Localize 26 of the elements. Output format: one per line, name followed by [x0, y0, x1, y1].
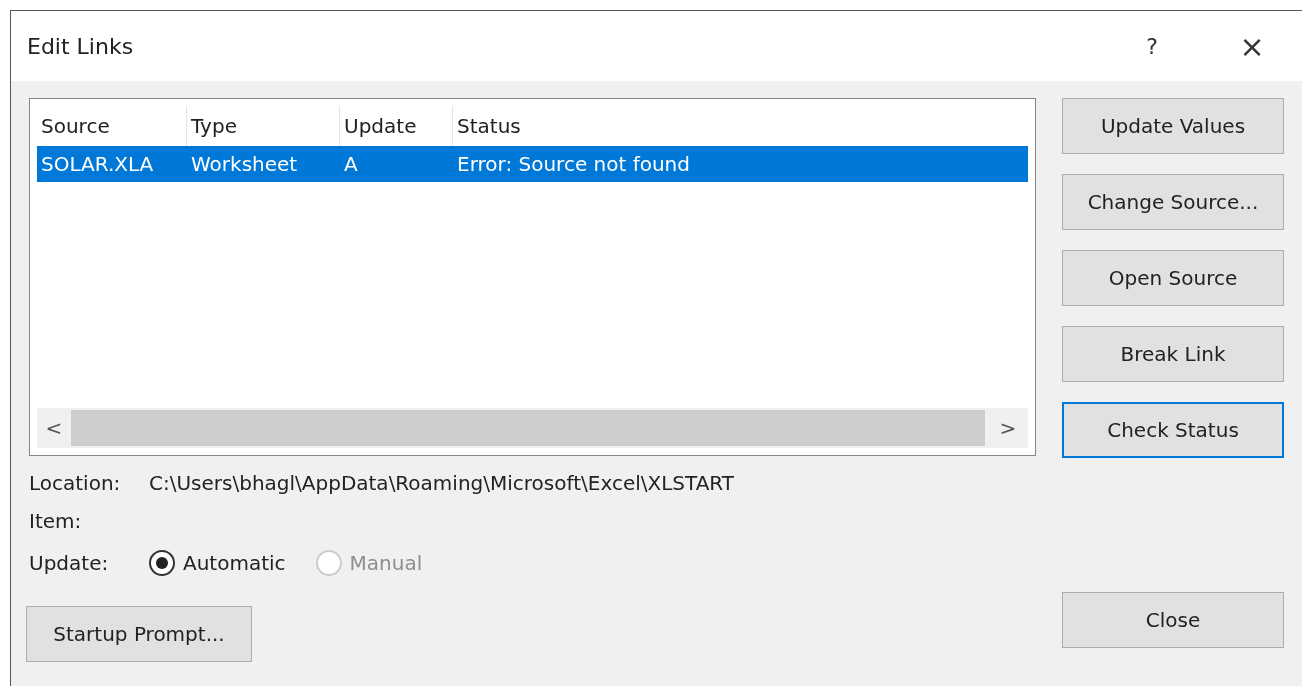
- radio-label[interactable]: Automatic: [183, 548, 286, 578]
- startup-prompt-button[interactable]: Startup Prompt...: [26, 606, 252, 662]
- link-row[interactable]: SOLAR.XLA Worksheet A Error: Source not found: [37, 146, 1028, 182]
- column-header[interactable]: Status: [453, 106, 1028, 146]
- horizontal-scrollbar[interactable]: < >: [37, 408, 1028, 448]
- field-label: Update:: [29, 550, 110, 577]
- scroll-left-button[interactable]: <: [37, 413, 71, 443]
- close-dialog-button[interactable]: Close: [1062, 592, 1284, 648]
- scrollbar-thumb[interactable]: [71, 410, 985, 446]
- table-cell-text: A: [343, 151, 359, 178]
- location-path: C:\Users\bhagl\AppData\Roaming\Microsoft\Excel\XLSTART: [149, 470, 735, 497]
- table-cell-text: SOLAR.XLA: [40, 151, 155, 178]
- table-cell-text: Worksheet: [190, 151, 299, 178]
- close-button[interactable]: ×: [1232, 23, 1272, 69]
- action-button[interactable]: Check Status: [1062, 402, 1284, 458]
- help-button[interactable]: ?: [1132, 29, 1172, 63]
- scroll-right-button[interactable]: >: [988, 413, 1028, 443]
- field-label: Location:: [29, 470, 122, 497]
- action-button[interactable]: Update Values: [1062, 98, 1284, 154]
- action-button[interactable]: Change Source...: [1062, 174, 1284, 230]
- action-button[interactable]: Open Source: [1062, 250, 1284, 306]
- field-label: Item:: [29, 508, 83, 535]
- table-cell-text: Error: Source not found: [456, 151, 691, 178]
- action-button[interactable]: Break Link: [1062, 326, 1284, 382]
- radio-button[interactable]: [149, 550, 175, 576]
- window-title: Edit Links: [27, 32, 134, 61]
